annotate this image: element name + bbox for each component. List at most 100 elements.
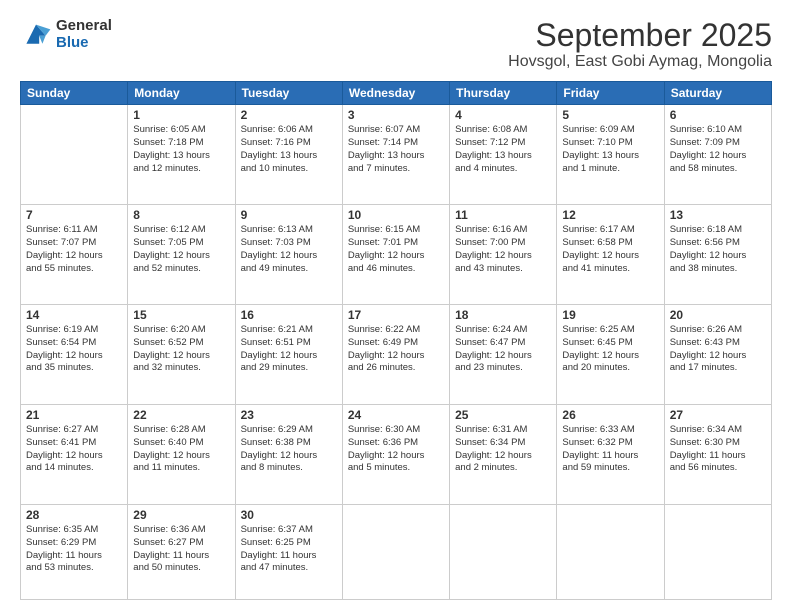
day-info: Sunrise: 6:30 AM Sunset: 6:36 PM Dayligh… bbox=[348, 424, 444, 475]
table-row: 6Sunrise: 6:10 AM Sunset: 7:09 PM Daylig… bbox=[664, 105, 771, 205]
day-number: 2 bbox=[241, 108, 337, 122]
header: General Blue September 2025 Hovsgol, Eas… bbox=[20, 18, 772, 71]
day-info: Sunrise: 6:25 AM Sunset: 6:45 PM Dayligh… bbox=[562, 324, 658, 375]
table-row: 8 Sunrise: 6:12 AM Sunset: 7:05 PM Daylig… bbox=[128, 205, 235, 305]
col-thursday: Thursday bbox=[450, 82, 557, 105]
col-wednesday: Wednesday bbox=[342, 82, 449, 105]
day-info: Sunrise: 6:11 AM Sunset: 7:07 PM Dayligh… bbox=[26, 224, 122, 275]
day-info: Sunrise: 6:29 AM Sunset: 6:38 PM Dayligh… bbox=[241, 424, 337, 475]
day-number: 21 bbox=[26, 408, 122, 422]
table-row bbox=[664, 504, 771, 599]
table-row: 1 Sunrise: 6:05 AM Sunset: 7:18 PM Daylig… bbox=[128, 105, 235, 205]
day-info: Sunrise: 6:13 AM Sunset: 7:03 PM Dayligh… bbox=[241, 224, 337, 275]
day-info: Sunrise: 6:20 AM Sunset: 6:52 PM Dayligh… bbox=[133, 324, 229, 375]
table-row bbox=[450, 504, 557, 599]
day-number: 14 bbox=[26, 308, 122, 322]
table-row: 16 Sunrise: 6:21 AM Sunset: 6:51 PM Dayli… bbox=[235, 305, 342, 405]
day-number: 1 bbox=[133, 108, 229, 122]
title-block: September 2025 Hovsgol, East Gobi Aymag,… bbox=[508, 18, 772, 71]
day-number: 22 bbox=[133, 408, 229, 422]
day-info: Sunrise: 6:06 AM Sunset: 7:16 PM Dayligh… bbox=[241, 124, 337, 175]
day-number: 6 bbox=[670, 108, 766, 122]
day-info: Sunrise: 6:34 AM Sunset: 6:30 PM Dayligh… bbox=[670, 424, 766, 475]
col-friday: Friday bbox=[557, 82, 664, 105]
logo-general-text: General bbox=[56, 18, 112, 35]
day-number: 15 bbox=[133, 308, 229, 322]
logo-icon bbox=[20, 21, 52, 49]
day-info: Sunrise: 6:33 AM Sunset: 6:32 PM Dayligh… bbox=[562, 424, 658, 475]
day-number: 25 bbox=[455, 408, 551, 422]
day-info: Sunrise: 6:21 AM Sunset: 6:51 PM Dayligh… bbox=[241, 324, 337, 375]
table-row: 19 Sunrise: 6:25 AM Sunset: 6:45 PM Dayli… bbox=[557, 305, 664, 405]
table-row: 12Sunrise: 6:17 AM Sunset: 6:58 PM Dayli… bbox=[557, 205, 664, 305]
day-info: Sunrise: 6:26 AM Sunset: 6:43 PM Dayligh… bbox=[670, 324, 766, 375]
day-number: 4 bbox=[455, 108, 551, 122]
day-info: Sunrise: 6:17 AM Sunset: 6:58 PM Dayligh… bbox=[562, 224, 658, 275]
table-row: 28 Sunrise: 6:35 AM Sunset: 6:29 PM Dayli… bbox=[21, 504, 128, 599]
table-row: 24 Sunrise: 6:30 AM Sunset: 6:36 PM Dayli… bbox=[342, 404, 449, 504]
table-row: 27Sunrise: 6:34 AM Sunset: 6:30 PM Dayli… bbox=[664, 404, 771, 504]
table-row: 22 Sunrise: 6:28 AM Sunset: 6:40 PM Dayli… bbox=[128, 404, 235, 504]
table-row bbox=[21, 105, 128, 205]
day-info: Sunrise: 6:09 AM Sunset: 7:10 PM Dayligh… bbox=[562, 124, 658, 175]
day-number: 20 bbox=[670, 308, 766, 322]
table-row: 25 Sunrise: 6:31 AM Sunset: 6:34 PM Dayli… bbox=[450, 404, 557, 504]
table-row: 30 Sunrise: 6:37 AM Sunset: 6:25 PM Dayli… bbox=[235, 504, 342, 599]
day-info: Sunrise: 6:16 AM Sunset: 7:00 PM Dayligh… bbox=[455, 224, 551, 275]
day-number: 29 bbox=[133, 508, 229, 522]
table-row: 5 Sunrise: 6:09 AM Sunset: 7:10 PM Daylig… bbox=[557, 105, 664, 205]
day-number: 11 bbox=[455, 208, 551, 222]
day-info: Sunrise: 6:36 AM Sunset: 6:27 PM Dayligh… bbox=[133, 524, 229, 575]
table-row: 20 Sunrise: 6:26 AM Sunset: 6:43 PM Dayli… bbox=[664, 305, 771, 405]
logo-blue-text: Blue bbox=[56, 35, 112, 52]
col-saturday: Saturday bbox=[664, 82, 771, 105]
table-row: 14Sunrise: 6:19 AM Sunset: 6:54 PM Dayli… bbox=[21, 305, 128, 405]
table-row: 2 Sunrise: 6:06 AM Sunset: 7:16 PM Daylig… bbox=[235, 105, 342, 205]
table-row: 7 Sunrise: 6:11 AM Sunset: 7:07 PM Daylig… bbox=[21, 205, 128, 305]
day-number: 3 bbox=[348, 108, 444, 122]
day-number: 10 bbox=[348, 208, 444, 222]
table-row: 26 Sunrise: 6:33 AM Sunset: 6:32 PM Dayli… bbox=[557, 404, 664, 504]
day-info: Sunrise: 6:35 AM Sunset: 6:29 PM Dayligh… bbox=[26, 524, 122, 575]
col-sunday: Sunday bbox=[21, 82, 128, 105]
day-number: 24 bbox=[348, 408, 444, 422]
table-row: 29 Sunrise: 6:36 AM Sunset: 6:27 PM Dayli… bbox=[128, 504, 235, 599]
day-number: 8 bbox=[133, 208, 229, 222]
table-row: 3Sunrise: 6:07 AM Sunset: 7:14 PM Daylig… bbox=[342, 105, 449, 205]
day-number: 16 bbox=[241, 308, 337, 322]
table-row bbox=[342, 504, 449, 599]
table-row: 21Sunrise: 6:27 AM Sunset: 6:41 PM Dayli… bbox=[21, 404, 128, 504]
weekday-header-row: Sunday Monday Tuesday Wednesday Thursday… bbox=[21, 82, 772, 105]
day-number: 19 bbox=[562, 308, 658, 322]
col-monday: Monday bbox=[128, 82, 235, 105]
table-row: 17 Sunrise: 6:22 AM Sunset: 6:49 PM Dayli… bbox=[342, 305, 449, 405]
logo-text: General Blue bbox=[56, 18, 112, 51]
table-row bbox=[557, 504, 664, 599]
day-number: 7 bbox=[26, 208, 122, 222]
calendar-title: September 2025 bbox=[508, 18, 772, 53]
day-info: Sunrise: 6:12 AM Sunset: 7:05 PM Dayligh… bbox=[133, 224, 229, 275]
page: General Blue September 2025 Hovsgol, Eas… bbox=[0, 0, 792, 612]
calendar-subtitle: Hovsgol, East Gobi Aymag, Mongolia bbox=[508, 53, 772, 71]
calendar-table: Sunday Monday Tuesday Wednesday Thursday… bbox=[20, 81, 772, 600]
day-info: Sunrise: 6:15 AM Sunset: 7:01 PM Dayligh… bbox=[348, 224, 444, 275]
table-row: 9Sunrise: 6:13 AM Sunset: 7:03 PM Daylig… bbox=[235, 205, 342, 305]
day-number: 28 bbox=[26, 508, 122, 522]
day-info: Sunrise: 6:22 AM Sunset: 6:49 PM Dayligh… bbox=[348, 324, 444, 375]
table-row: 13Sunrise: 6:18 AM Sunset: 6:56 PM Dayli… bbox=[664, 205, 771, 305]
day-info: Sunrise: 6:28 AM Sunset: 6:40 PM Dayligh… bbox=[133, 424, 229, 475]
day-number: 5 bbox=[562, 108, 658, 122]
table-row: 23 Sunrise: 6:29 AM Sunset: 6:38 PM Dayli… bbox=[235, 404, 342, 504]
day-info: Sunrise: 6:37 AM Sunset: 6:25 PM Dayligh… bbox=[241, 524, 337, 575]
day-info: Sunrise: 6:31 AM Sunset: 6:34 PM Dayligh… bbox=[455, 424, 551, 475]
table-row: 15 Sunrise: 6:20 AM Sunset: 6:52 PM Dayli… bbox=[128, 305, 235, 405]
day-info: Sunrise: 6:18 AM Sunset: 6:56 PM Dayligh… bbox=[670, 224, 766, 275]
day-number: 18 bbox=[455, 308, 551, 322]
day-info: Sunrise: 6:05 AM Sunset: 7:18 PM Dayligh… bbox=[133, 124, 229, 175]
day-number: 26 bbox=[562, 408, 658, 422]
day-number: 30 bbox=[241, 508, 337, 522]
day-info: Sunrise: 6:24 AM Sunset: 6:47 PM Dayligh… bbox=[455, 324, 551, 375]
day-number: 23 bbox=[241, 408, 337, 422]
day-number: 17 bbox=[348, 308, 444, 322]
table-row: 4Sunrise: 6:08 AM Sunset: 7:12 PM Daylig… bbox=[450, 105, 557, 205]
